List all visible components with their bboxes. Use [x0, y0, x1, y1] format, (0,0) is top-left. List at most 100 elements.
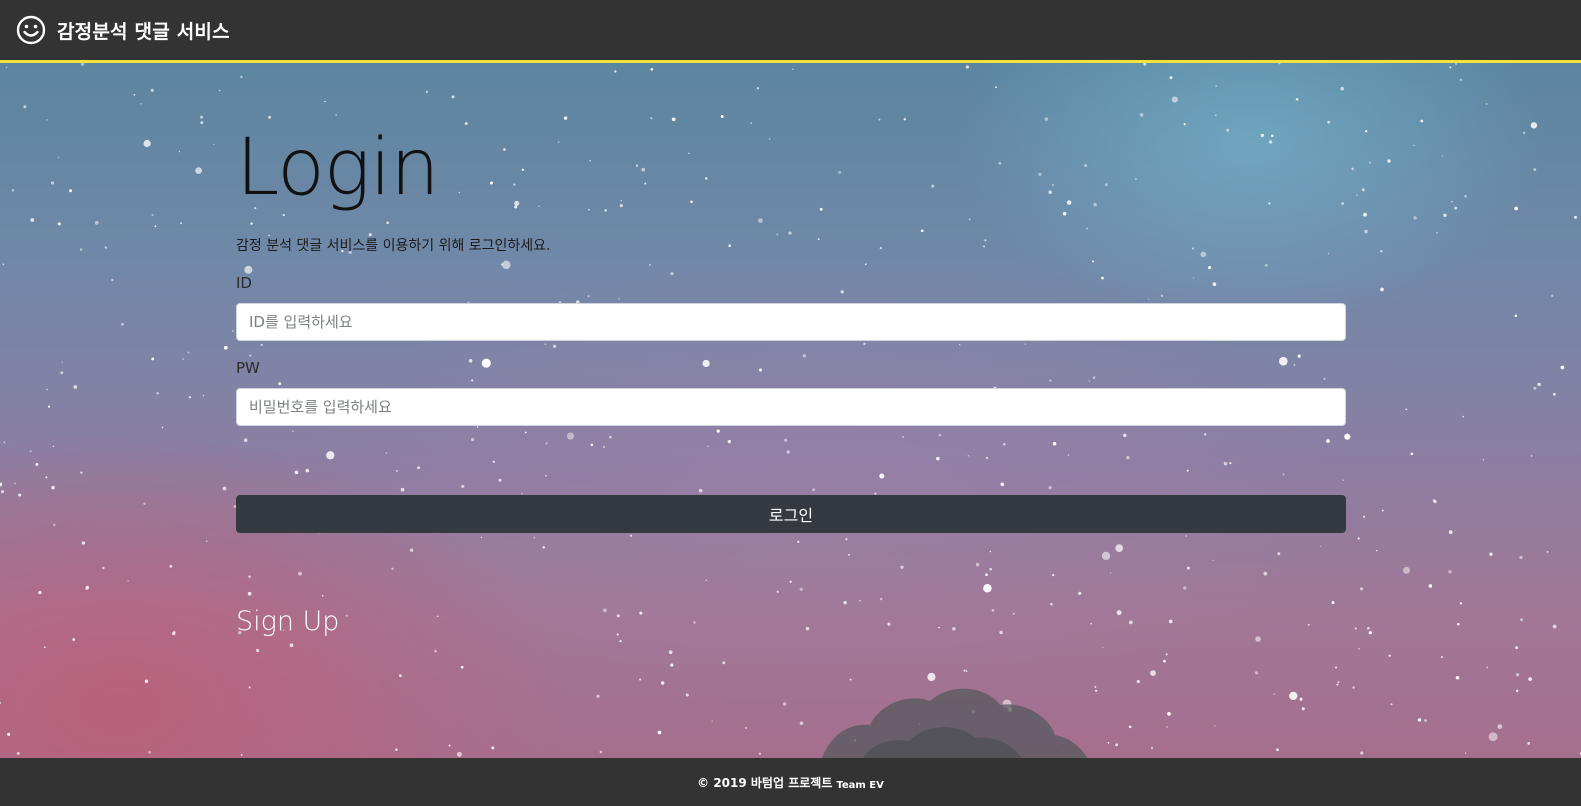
star	[398, 674, 402, 678]
tree-silhouette	[821, 688, 1088, 758]
star	[812, 488, 816, 492]
star	[900, 565, 904, 569]
star	[1208, 266, 1212, 270]
star	[1380, 287, 1384, 292]
star	[838, 170, 842, 174]
star	[784, 438, 788, 442]
star	[1327, 252, 1330, 255]
star	[182, 358, 184, 360]
star	[1515, 673, 1520, 677]
star	[690, 200, 693, 204]
star	[400, 487, 405, 492]
star	[305, 468, 310, 473]
star	[202, 394, 205, 397]
star	[991, 609, 995, 612]
star	[45, 476, 48, 479]
star	[102, 566, 105, 570]
smiley-face-icon	[16, 15, 46, 45]
star	[335, 114, 337, 116]
login-button[interactable]: 로그인	[236, 495, 1346, 533]
star	[1365, 130, 1368, 133]
star	[1183, 586, 1187, 590]
star	[639, 611, 643, 615]
star	[1093, 203, 1097, 207]
star	[1278, 63, 1281, 65]
star	[1482, 458, 1485, 461]
star	[685, 693, 689, 697]
star	[1360, 751, 1364, 755]
star	[843, 601, 847, 605]
star	[704, 177, 708, 180]
star	[240, 75, 243, 79]
signup-link[interactable]: Sign Up	[236, 606, 339, 637]
star	[1277, 552, 1281, 556]
star	[104, 246, 108, 249]
star	[1104, 183, 1108, 187]
star	[1515, 689, 1519, 693]
star	[7, 732, 11, 736]
star	[133, 94, 136, 96]
star	[121, 322, 124, 326]
star	[920, 229, 924, 233]
star	[46, 388, 48, 391]
star	[1387, 159, 1391, 163]
star	[1254, 671, 1259, 675]
star	[879, 597, 883, 601]
star	[650, 68, 654, 71]
star	[782, 702, 787, 706]
star	[538, 205, 540, 208]
star	[727, 439, 731, 444]
id-input[interactable]	[236, 303, 1346, 341]
star	[1514, 206, 1518, 211]
star	[670, 272, 674, 276]
star	[503, 148, 506, 151]
star	[983, 583, 992, 593]
star	[1356, 194, 1358, 196]
star	[244, 265, 253, 274]
star	[1168, 619, 1173, 624]
star	[80, 63, 85, 66]
star	[69, 189, 73, 193]
star	[1214, 114, 1217, 117]
star	[1268, 140, 1273, 144]
star	[489, 181, 494, 185]
star	[521, 168, 525, 171]
star	[46, 119, 48, 121]
star	[542, 546, 545, 549]
star	[1574, 215, 1577, 219]
star	[321, 595, 324, 597]
star	[1520, 618, 1523, 622]
star	[1527, 742, 1531, 745]
star	[151, 357, 155, 361]
star	[618, 297, 620, 300]
star	[1358, 648, 1360, 650]
star	[249, 354, 252, 357]
star	[1116, 610, 1122, 616]
star	[1052, 441, 1057, 446]
star	[1368, 631, 1372, 635]
star	[1192, 247, 1194, 250]
password-input[interactable]	[236, 388, 1346, 426]
pw-label: PW	[236, 359, 260, 377]
star	[289, 643, 294, 648]
star	[999, 630, 1003, 635]
star	[1192, 277, 1195, 279]
star	[481, 358, 491, 368]
star	[768, 138, 771, 140]
star	[1204, 433, 1207, 436]
brand-link[interactable]: 감정분석 댓글 서비스	[16, 15, 230, 45]
star	[461, 484, 465, 488]
star	[587, 295, 590, 298]
star	[1038, 172, 1042, 177]
star	[1115, 743, 1119, 747]
star	[14, 482, 16, 485]
star	[670, 663, 674, 667]
star	[1451, 200, 1453, 203]
star	[1263, 571, 1268, 576]
star	[1497, 724, 1503, 729]
star	[127, 580, 129, 582]
star	[1293, 364, 1296, 366]
star	[1515, 646, 1519, 650]
star	[409, 548, 414, 552]
star	[2, 263, 5, 265]
